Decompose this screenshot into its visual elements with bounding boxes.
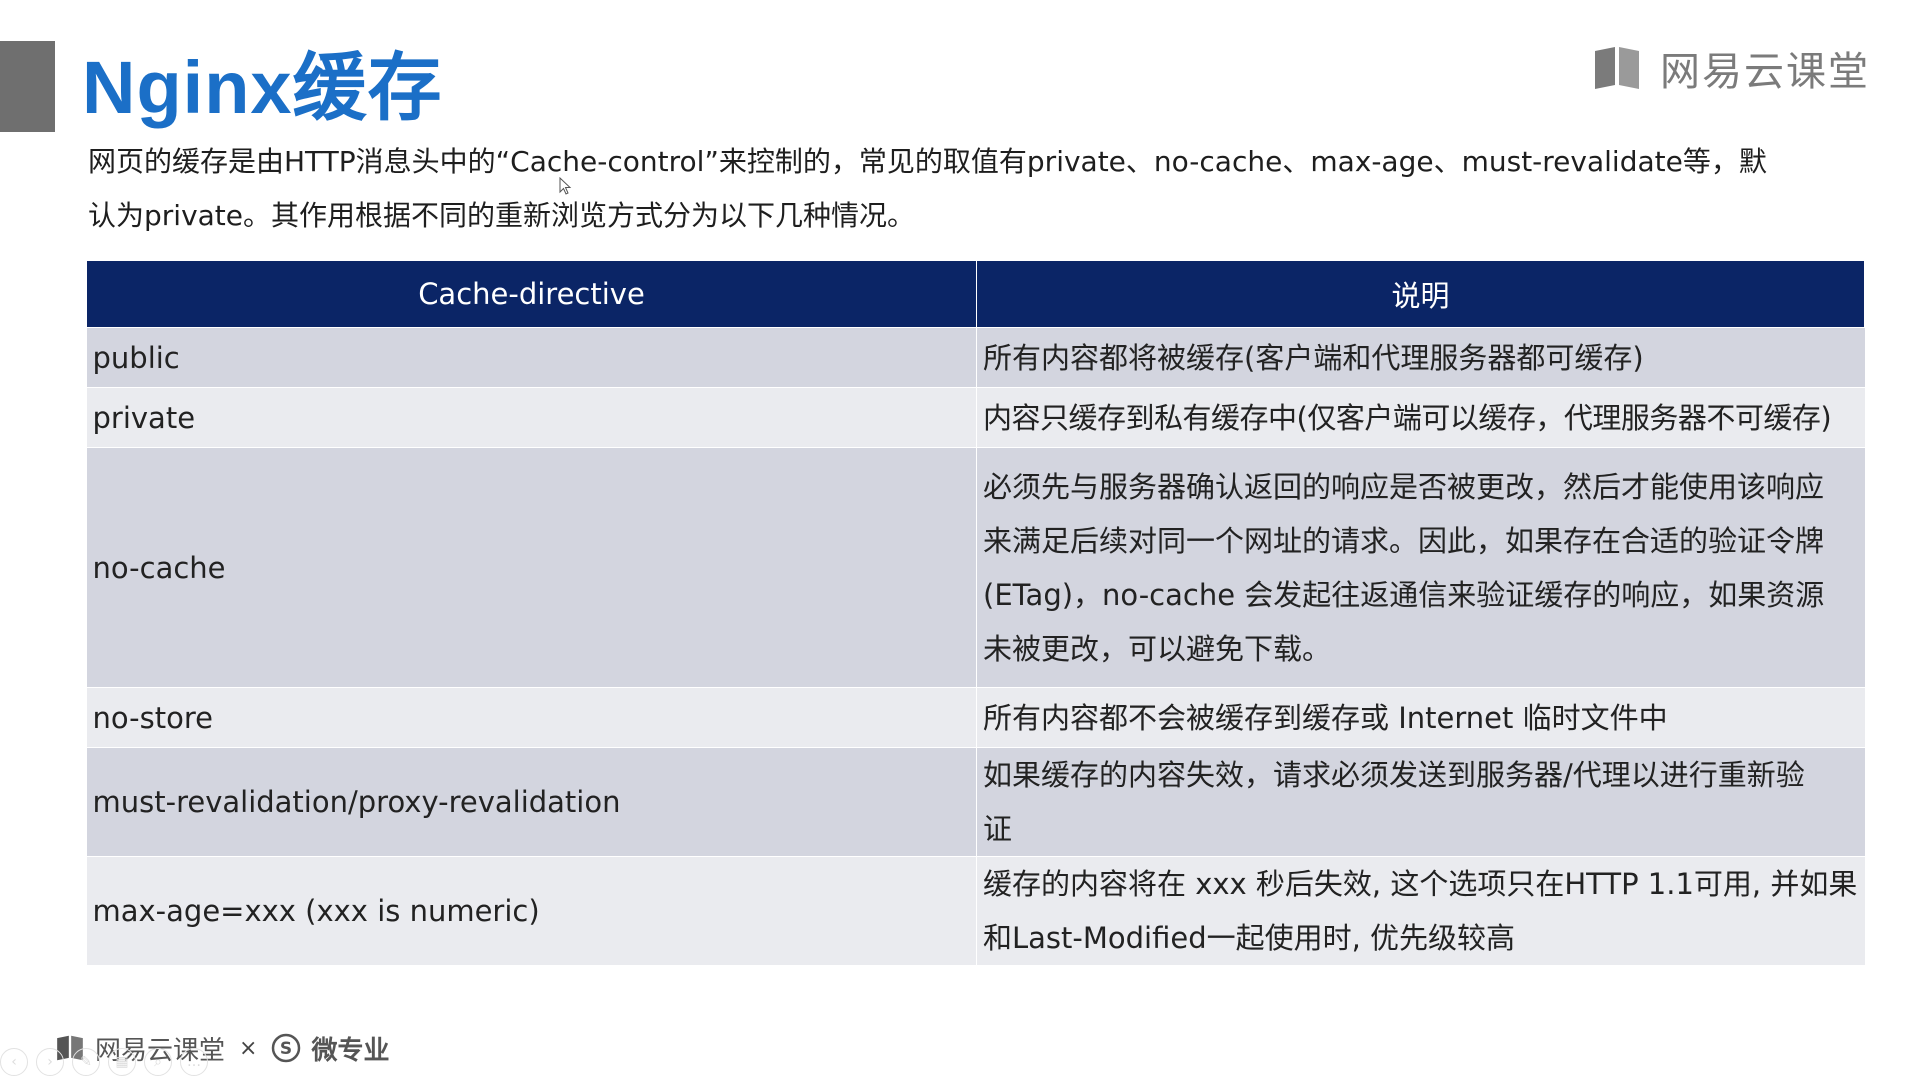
column-header-description: 说明 [976,260,1865,328]
description-line: 内容只缓存到私有缓存中(仅客户端可以缓存，代理服务器不可缓存) [983,400,1832,435]
table-row: private 内容只缓存到私有缓存中(仅客户端可以缓存，代理服务器不可缓存) [86,387,1865,448]
description-line: 和Last-Modified一起使用时, 优先级较高 [983,921,1516,955]
micro-major-logo-icon: S [272,1033,301,1063]
description-cell: 所有内容都将被缓存(客户端和代理服务器都可缓存) [976,327,1865,388]
footer-partner-name: 微专业 [311,1035,390,1066]
description-line: 所有内容都不会被缓存到缓存或 Internet 临时文件中 [983,700,1668,735]
column-header-directive: Cache-directive [86,260,977,328]
description-line: 所有内容都将被缓存(客户端和代理服务器都可缓存) [983,340,1644,375]
directive-cell: private [86,387,977,448]
slide-navigation-controls[interactable]: ‹ › ✎ ▦ ⌕ … [0,1048,208,1076]
table-row: public 所有内容都将被缓存(客户端和代理服务器都可缓存) [86,327,1865,388]
footer-separator: × [239,1035,258,1061]
description-line: 如果缓存的内容失效，请求必须发送到服务器/代理以进行重新验 [983,758,1805,792]
description-line: 未被更改，可以避免下载。 [983,631,1332,666]
book-icon [1595,47,1639,89]
description-cell: 缓存的内容将在 xxx 秒后失效, 这个选项只在HTTP 1.1可用, 并如果 … [976,856,1865,965]
brand-name: 网易云课堂 [1660,49,1870,95]
pen-icon[interactable]: ✎ [72,1048,100,1076]
table-row: max-age=xxx (xxx is numeric) 缓存的内容将在 xxx… [86,856,1865,965]
table-row: no-store 所有内容都不会被缓存到缓存或 Internet 临时文件中 [86,687,1865,748]
mouse-cursor-icon [559,177,572,195]
intro-paragraph: 网页的缓存是由HTTP消息头中的“Cache-control”来控制的，常见的取… [88,135,1868,243]
description-line: 缓存的内容将在 xxx 秒后失效, 这个选项只在HTTP 1.1可用, 并如果 [983,867,1858,901]
description-line: 必须先与服务器确认返回的响应是否被更改，然后才能使用该响应 [983,469,1825,504]
slides-grid-icon[interactable]: ▦ [108,1048,136,1076]
zoom-icon[interactable]: ⌕ [144,1048,172,1076]
directive-cell: public [86,327,977,388]
description-cell: 内容只缓存到私有缓存中(仅客户端可以缓存，代理服务器不可缓存) [976,387,1865,448]
intro-line: 认为private。其作用根据不同的重新浏览方式分为以下几种情况。 [88,199,916,232]
intro-line: 网页的缓存是由HTTP消息头中的“Cache-control”来控制的，常见的取… [88,145,1767,178]
previous-slide-icon[interactable]: ‹ [0,1048,28,1076]
slide-title: Nginx缓存 [82,46,443,129]
more-icon[interactable]: … [180,1048,208,1076]
description-line: 证 [983,812,1013,846]
description-cell: 如果缓存的内容失效，请求必须发送到服务器/代理以进行重新验 证 [976,747,1865,857]
description-line: (ETag)，no-cache 会发起往返通信来验证缓存的响应，如果资源 [983,577,1825,612]
directive-cell: no-store [86,687,977,748]
table-row: no-cache 必须先与服务器确认返回的响应是否被更改，然后才能使用该响应 来… [86,447,1865,688]
directive-cell: must-revalidation/proxy-revalidation [86,747,977,857]
description-line: 来满足后续对同一个网址的请求。因此，如果存在合适的验证令牌 [983,523,1825,558]
description-cell: 所有内容都不会被缓存到缓存或 Internet 临时文件中 [976,687,1865,748]
description-cell: 必须先与服务器确认返回的响应是否被更改，然后才能使用该响应 来满足后续对同一个网… [976,447,1865,688]
cache-directive-table: Cache-directive 说明 public 所有内容都将被缓存(客户端和… [86,260,1865,965]
next-slide-icon[interactable]: › [36,1048,64,1076]
brand-logo: 网易云课堂 [1592,43,1870,95]
svg-text:S: S [280,1039,292,1059]
directive-cell: no-cache [86,447,977,688]
table-row: must-revalidation/proxy-revalidation 如果缓… [86,747,1865,857]
directive-cell: max-age=xxx (xxx is numeric) [86,856,977,965]
slide-accent-bar [0,41,55,132]
table-header-row: Cache-directive 说明 [86,260,1865,328]
